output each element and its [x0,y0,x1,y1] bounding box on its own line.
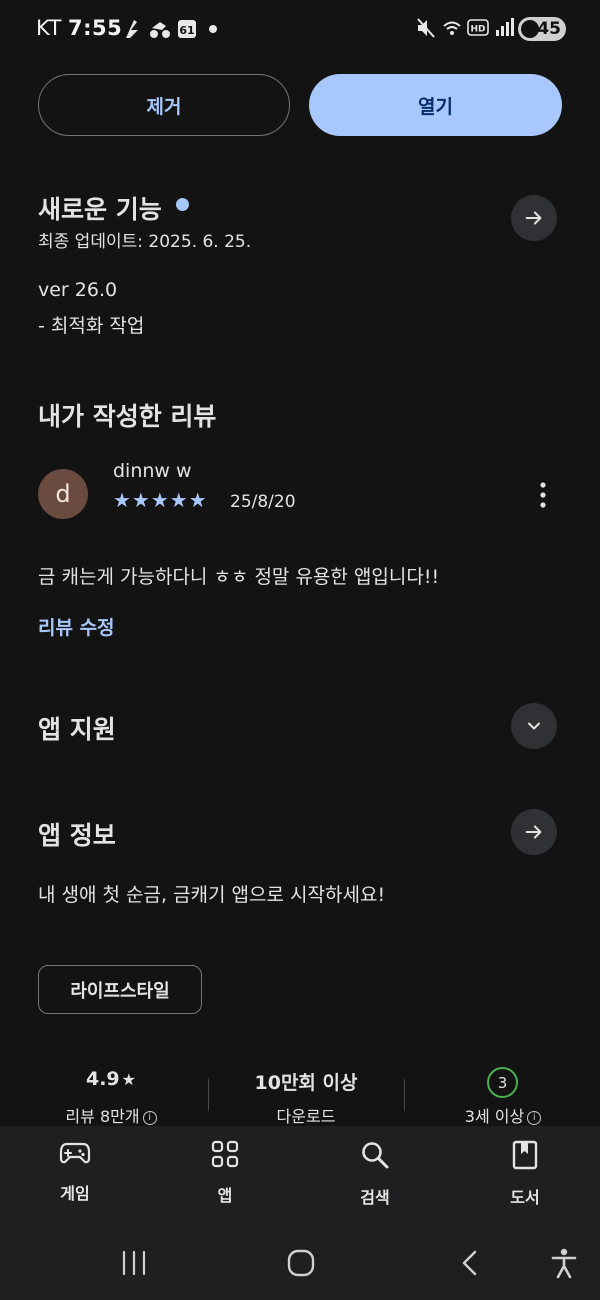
app-description: 내 생애 첫 순금, 금캐기 앱으로 시작하세요! [38,884,386,906]
category-chip[interactable]: 라이프스타일 [38,965,202,1014]
nav-books-label: 도서 [510,1188,540,1207]
app-support-expand-button[interactable] [511,703,557,749]
mute-icon [417,18,435,38]
signal-icon [496,18,514,36]
app-support-title: 앱 지원 [38,715,116,744]
review-date: 25/8/20 [230,492,296,512]
remove-button-label: 제거 [146,95,182,118]
accessibility-button[interactable] [550,1247,578,1279]
rating-count-label: 리뷰 8만개 [65,1107,140,1126]
svg-text:61: 61 [179,24,194,37]
new-indicator-dot [176,198,189,211]
battery-indicator: 45 [518,17,566,41]
review-text: 금 캐는게 가능하다니 ㅎㅎ 정말 유용한 앱입니다!! [38,566,440,588]
stat-divider [208,1079,209,1111]
search-icon [362,1142,389,1169]
star-icon: ★ [121,1070,136,1089]
system-status-icons: HD [417,18,514,38]
whats-new-title: 새로운 기능 [38,195,162,224]
rider-notification-icon [150,22,170,38]
nav-apps-label: 앱 [217,1186,233,1205]
open-button-label: 열기 [418,95,453,118]
app-info-arrow-button[interactable] [511,809,557,855]
notification-icons: 61 [126,20,217,38]
info-icon: i [142,1110,157,1125]
stat-divider [404,1079,405,1111]
category-chip-label: 라이프스타일 [70,980,170,1002]
arrow-right-icon [525,825,542,839]
carrier-label: KT [36,16,62,40]
age-rating-badge: 3 [487,1067,518,1098]
avatar-letter: d [55,480,71,508]
reviewer-name: dinnw w [113,460,192,482]
open-button[interactable]: 열기 [309,74,562,136]
app-info-title: 앱 정보 [38,821,116,850]
nav-search-label: 검색 [360,1188,390,1207]
svg-text:HD: HD [470,25,485,35]
age-label: 3세 이상 [464,1107,525,1126]
whats-new-arrow-button[interactable] [511,195,557,241]
nav-search[interactable]: 검색 [325,1140,425,1208]
age-badge-number: 3 [497,1073,508,1092]
recent-apps-button[interactable] [120,1250,148,1276]
stat-rating-label[interactable]: 리뷰 8만개 i [38,1103,184,1127]
nav-games[interactable]: 게임 [25,1140,125,1204]
clock: 7:55 [67,16,123,40]
more-notifications-dot [209,25,217,33]
review-more-button[interactable] [528,478,558,512]
wifi-icon [443,21,461,30]
more-vert-icon [540,482,546,508]
rating-stars: ★★★★★ [113,488,208,512]
rating-number: 4.9 [85,1068,120,1090]
edit-review-link[interactable]: 리뷰 수정 [38,613,115,640]
stat-rating: 4.9 ★ [48,1068,174,1090]
my-review-title: 내가 작성한 리뷰 [38,402,217,431]
remove-button[interactable]: 제거 [38,74,290,136]
downloads-value: 10만회 이상 [254,1072,358,1094]
book-icon [512,1140,538,1170]
avatar: d [38,469,88,519]
gamepad-icon [59,1142,91,1164]
chevron-down-icon [528,722,540,730]
nav-apps[interactable]: 앱 [175,1140,275,1206]
apps-grid-icon [211,1140,239,1168]
arrow-right-icon [525,211,542,225]
delivery-notification-icon [126,20,138,38]
battery-saver-icon [521,20,539,38]
downloads-label: 다운로드 [276,1107,336,1126]
battery-level: 45 [537,19,561,39]
rating-value: 4.9 ★ [48,1068,174,1090]
status-carrier-time: KT 7:55 [36,16,122,40]
last-updated: 최종 업데이트: 2025. 6. 25. [38,232,252,252]
version-text: ver 26.0 [38,279,118,301]
info-icon: i [527,1110,542,1125]
home-button[interactable] [286,1248,316,1278]
nav-games-label: 게임 [60,1184,90,1203]
back-button[interactable] [458,1249,480,1277]
release-notes: - 최적화 작업 [38,315,145,337]
stat-age-label[interactable]: 3세 이상 i [440,1103,566,1127]
nav-books[interactable]: 도서 [475,1140,575,1208]
